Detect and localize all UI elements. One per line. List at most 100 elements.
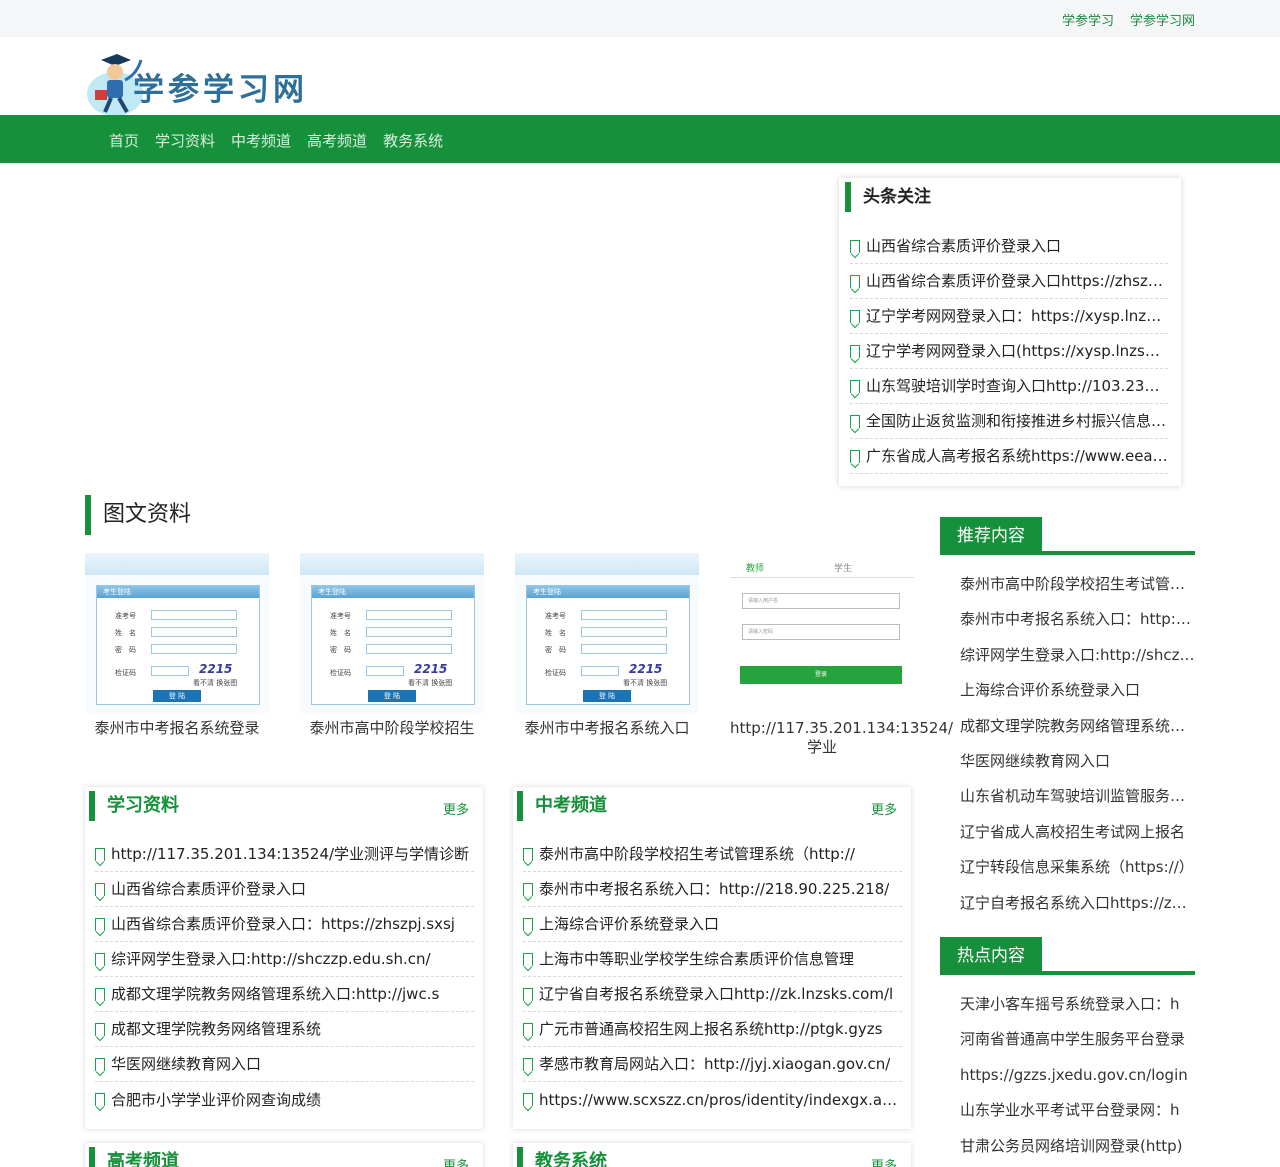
list-item[interactable]: 山西省综合素质评价登录入口：https://zhszpj.sxsj [95,907,474,942]
list-item[interactable]: 辽宁转段信息采集系统（https://） [960,850,1195,885]
list-item[interactable]: 泰州市高中阶段学校招生考试管理系统 [960,567,1195,602]
list-item[interactable]: 泰州市高中阶段学校招生考试管理系统（http:// [523,837,902,872]
nav-home[interactable]: 首页 [109,130,139,151]
list-item[interactable]: 综评网学生登录入口:http://shczzp.edu.sh.cn/ [95,942,474,977]
top-links: 学参学习 学参学习网 [1062,10,1195,29]
bookmark-icon [95,882,105,896]
list-item[interactable]: 全国防止返贫监测和衔接推进乡村振兴信息系统 [850,404,1168,439]
login-screenshot-thumb: 考生登陆 准考号 姓 名 密 码 检证码 2215 看不清 换张图 登 陆 [85,553,269,713]
list-item[interactable]: 山东学业水平考试平台登录网：h [960,1093,1195,1128]
list-item[interactable]: 辽宁省成人高校招生考试网上报名 [960,815,1195,850]
bookmark-icon [850,449,860,463]
list-item[interactable]: http://117.35.201.134:13524/学业测评与学情诊断 [95,837,474,872]
main-nav: 首页 学习资料 中考频道 高考频道 教务系统 [0,115,1280,163]
more-link[interactable]: 更多 [871,799,897,818]
list-item[interactable]: 辽宁学考网网登录入口(https://xysp.lnzsks.com/) [850,334,1168,369]
headline-list: 山西省综合素质评价登录入口 山西省综合素质评价登录入口https://zhszp… [850,229,1168,474]
list-item[interactable]: 辽宁省自考报名系统登录入口http://zk.lnzsks.com/l [523,977,902,1012]
gallery: 考生登陆 准考号 姓 名 密 码 检证码 2215 看不清 换张图 登 陆 泰州… [85,553,954,757]
gallery-card[interactable]: 考生登陆 准考号 姓 名 密 码 检证码 2215 看不清 换张图 登 陆 泰州… [300,553,484,757]
list-item[interactable]: 泰州市中考报名系统入口：http://218.90.225.218/ [523,872,902,907]
nav-gaokao[interactable]: 高考频道 [307,130,367,151]
list-item[interactable]: https://gzzs.jxedu.gov.cn/login [960,1058,1195,1093]
panel-title: 中考频道 [517,791,607,821]
bookmark-icon [850,239,860,253]
top-link-xuecan[interactable]: 学参学习 [1062,10,1114,29]
bookmark-icon [523,847,533,861]
gaokao-panel: 高考频道 更多 [85,1143,483,1167]
gallery-card[interactable]: 教师 学生 请输入用户名 请输入密码 登录 http://117.35.201.… [730,553,954,757]
gallery-title: 图文资料 [85,495,191,535]
more-link[interactable]: 更多 [443,799,469,818]
bookmark-icon [523,1093,533,1106]
bookmark-icon [850,414,860,428]
list-item[interactable]: 广东省成人高考报名系统https://www.eeagd.edu.cn [850,439,1168,474]
jiaowu-panel: 教务系统 更多 [513,1143,911,1167]
recommend-title: 推荐内容 [940,517,1042,555]
top-link-xuecan-net[interactable]: 学参学习网 [1130,10,1195,29]
bookmark-icon [95,952,105,966]
list-item[interactable]: 河南省普通高中学生服务平台登录 [960,1022,1195,1057]
bookmark-icon [523,882,533,896]
card-caption: http://117.35.201.134:13524/学业 [730,719,954,756]
site-logo[interactable]: 学参学习网 [85,50,315,116]
headline-box: 头条关注 山西省综合素质评价登录入口 山西省综合素质评价登录入口https://… [839,178,1181,486]
list-item[interactable]: 孝感市教育局网站入口：http://jyj.xiaogan.gov.cn/ [523,1047,902,1082]
list-item[interactable]: 上海综合评价系统登录入口 [960,673,1195,708]
more-link[interactable]: 更多 [871,1155,897,1167]
list-item[interactable]: 天津小客车摇号系统登录入口：h [960,987,1195,1022]
card-caption: 泰州市中考报名系统登录 [94,719,260,737]
login-screenshot-thumb: 考生登陆 准考号 姓 名 密 码 检证码 2215 看不清 换张图 登 陆 [300,553,484,713]
bookmark-icon [850,379,860,393]
list-item[interactable]: 合肥市小学学业评价网查询成绩 [95,1082,474,1117]
nav-study[interactable]: 学习资料 [155,130,215,151]
list-item[interactable]: 辽宁学考网网登录入口：https://xysp.lnzsks.com [850,299,1168,334]
bookmark-icon [523,987,533,1001]
card-caption: 泰州市中考报名系统入口 [524,719,690,737]
list-item[interactable]: 山东驾驶培训学时查询入口http://103.239.153.211 [850,369,1168,404]
list-item[interactable]: 广元市普通高校招生网上报名系统http://ptgk.gyzs [523,1012,902,1047]
bookmark-icon [95,1022,105,1036]
study-panel: 学习资料 更多 http://117.35.201.134:13524/学业测评… [85,787,483,1129]
hot-header: 热点内容 [940,937,1195,975]
bookmark-icon [523,917,533,931]
list-item[interactable]: 山西省综合素质评价登录入口 [850,229,1168,264]
login-screenshot-thumb: 考生登陆 准考号 姓 名 密 码 检证码 2215 看不清 换张图 登 陆 [515,553,699,713]
list-item[interactable]: 甘肃公务员网络培训网登录(http) [960,1129,1195,1164]
panel-title: 高考频道 [89,1147,179,1167]
list-item[interactable]: 山西省综合素质评价登录入口 [95,872,474,907]
bookmark-icon [95,917,105,931]
nav-jiaowu[interactable]: 教务系统 [383,130,443,151]
login-screenshot-thumb: 教师 学生 请输入用户名 请输入密码 登录 [730,553,914,713]
list-item[interactable]: 上海综合评价系统登录入口 [523,907,902,942]
list-item[interactable]: 华医网继续教育网入口 [95,1047,474,1082]
bookmark-icon [95,987,105,1001]
hot-list: 天津小客车摇号系统登录入口：h 河南省普通高中学生服务平台登录 https://… [960,987,1195,1164]
list-item[interactable]: 成都文理学院教务网络管理系统入口 [960,709,1195,744]
list-item[interactable]: 辽宁自考报名系统入口https://zk.lnzsks.com [960,886,1195,921]
nav-zhongkao[interactable]: 中考频道 [231,130,291,151]
gallery-card[interactable]: 考生登陆 准考号 姓 名 密 码 检证码 2215 看不清 换张图 登 陆 泰州… [515,553,699,757]
bookmark-icon [95,1057,105,1071]
logo-text: 学参学习网 [133,72,308,108]
gallery-card[interactable]: 考生登陆 准考号 姓 名 密 码 检证码 2215 看不清 换张图 登 陆 泰州… [85,553,269,757]
bookmark-icon [850,274,860,288]
list-item[interactable]: 山西省综合素质评价登录入口https://zhszpj.sxsjyt.com [850,264,1168,299]
list-item[interactable]: https://www.scxszz.cn/pros/identity/inde… [523,1082,902,1117]
panel-title: 教务系统 [517,1147,607,1167]
list-item[interactable]: 综评网学生登录入口:http://shczzp.edu.sh.cn/ [960,638,1195,673]
bookmark-icon [95,1093,105,1106]
list-item[interactable]: 成都文理学院教务网络管理系统入口:http://jwc.s [95,977,474,1012]
list-item[interactable]: 上海市中等职业学校学生综合素质评价信息管理 [523,942,902,977]
bookmark-icon [523,1057,533,1071]
bookmark-icon [850,344,860,358]
panel-title: 学习资料 [89,791,179,821]
more-link[interactable]: 更多 [443,1155,469,1167]
list-item[interactable]: 泰州市中考报名系统入口：http://218.90.225.218/ [960,602,1195,637]
list-item[interactable]: 成都文理学院教务网络管理系统 [95,1012,474,1047]
list-item[interactable]: 山东省机动车驾驶培训监管服务平台 [960,779,1195,814]
list-item[interactable]: 华医网继续教育网入口 [960,744,1195,779]
card-caption: 泰州市高中阶段学校招生 [309,719,475,737]
zhongkao-panel: 中考频道 更多 泰州市高中阶段学校招生考试管理系统（http:// 泰州市中考报… [513,787,911,1129]
top-bar: 学参学习 学参学习网 [0,0,1280,37]
